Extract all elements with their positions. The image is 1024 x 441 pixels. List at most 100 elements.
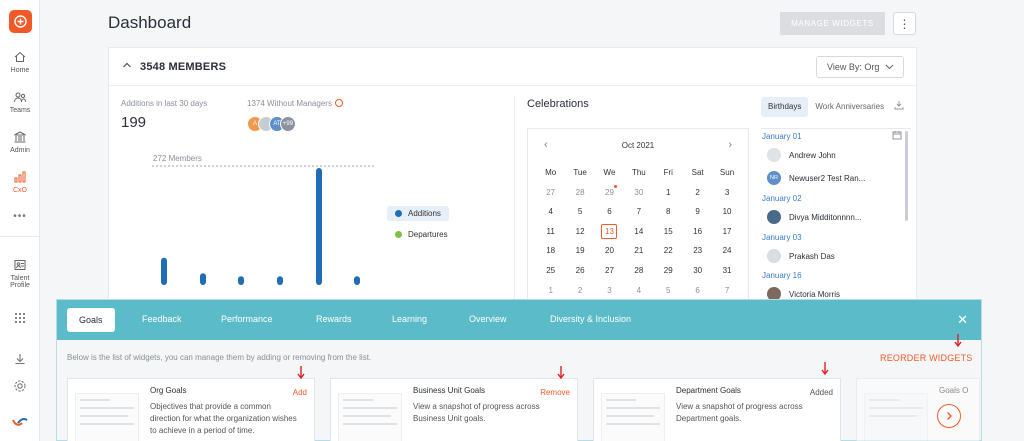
calendar-day[interactable]: 1	[654, 183, 683, 203]
calendar-day[interactable]: 26	[565, 261, 594, 281]
calendar-day[interactable]: 28	[565, 183, 594, 203]
tab-birthdays[interactable]: Birthdays	[761, 97, 809, 117]
sidebar-item-teams[interactable]: Teams	[0, 90, 40, 114]
sidebar-item-cxo[interactable]: CxO	[0, 170, 40, 194]
tab-learning[interactable]: Learning	[392, 314, 427, 324]
legend-item-additions[interactable]: Additions	[387, 206, 449, 221]
calendar-day[interactable]: 13	[595, 222, 624, 242]
calendar-day[interactable]: 6	[683, 281, 712, 301]
calendar-day[interactable]: 20	[595, 241, 624, 261]
tab-performance[interactable]: Performance	[221, 314, 273, 324]
person-name: Andrew John	[789, 150, 836, 160]
calendar-day[interactable]: 2	[683, 183, 712, 203]
calendar-day[interactable]: 18	[536, 241, 565, 261]
calendar-day[interactable]: 3	[712, 183, 741, 203]
calendar-day[interactable]: 23	[683, 241, 712, 261]
calendar-day[interactable]: 3	[595, 281, 624, 301]
calendar-day[interactable]: 30	[624, 183, 653, 203]
more-options-button[interactable]: ⋮	[893, 12, 916, 35]
widget-description: Objectives that provide a common directi…	[150, 402, 297, 435]
chevron-up-icon[interactable]	[122, 61, 132, 69]
calendar-day-label: 25	[546, 265, 556, 275]
calendar-day[interactable]: 16	[683, 222, 712, 242]
calendar-day[interactable]: 15	[654, 222, 683, 242]
tab-work-anniversaries[interactable]: Work Anniversaries	[808, 97, 891, 117]
calendar-day[interactable]: 10	[712, 202, 741, 222]
legend-label: Additions	[408, 209, 441, 218]
export-icon[interactable]	[894, 100, 904, 110]
calendar-day[interactable]: 29	[654, 261, 683, 281]
tab-feedback[interactable]: Feedback	[142, 314, 182, 324]
calendar-day-label: 30	[634, 187, 644, 197]
home-icon	[14, 51, 26, 62]
calendar-day[interactable]: 19	[565, 241, 594, 261]
list-item[interactable]: Divya Midditonnnn...	[767, 210, 861, 224]
bar-additions-2[interactable]	[238, 276, 244, 285]
manage-widgets-button[interactable]: MANAGE WIDGETS	[780, 12, 885, 35]
tab-overview[interactable]: Overview	[469, 314, 507, 324]
event-dot	[613, 184, 617, 188]
list-item[interactable]: Prakash Das	[767, 249, 835, 263]
sidebar-item-admin[interactable]: Admin	[0, 130, 40, 154]
calendar-day-label: 23	[693, 246, 703, 256]
list-item[interactable]: Andrew John	[767, 148, 836, 162]
bar-additions-3[interactable]	[277, 276, 283, 285]
calendar-day[interactable]: 14	[624, 222, 653, 242]
calendar-day[interactable]: 5	[654, 281, 683, 301]
legend-item-departures[interactable]: Departures	[387, 227, 449, 242]
view-by-select[interactable]: View By: Org	[816, 56, 904, 78]
calendar-day-label: 14	[634, 226, 644, 236]
calendar-day[interactable]: 6	[595, 202, 624, 222]
app-logo[interactable]	[9, 10, 32, 33]
calendar-day[interactable]: 27	[536, 183, 565, 203]
celebrations-tabs: Birthdays Work Anniversaries	[761, 97, 891, 117]
calendar-day[interactable]: 1	[536, 281, 565, 301]
scrollbar[interactable]	[905, 131, 908, 221]
settings-icon[interactable]	[13, 379, 27, 393]
sidebar-item-home[interactable]: Home	[0, 50, 40, 74]
tab-rewards[interactable]: Rewards	[316, 314, 352, 324]
calendar-day[interactable]: 8	[654, 202, 683, 222]
calendar-day[interactable]: 4	[536, 202, 565, 222]
reorder-widgets-button[interactable]: REORDER WIDGETS	[880, 353, 973, 363]
calendar-day[interactable]: 29	[595, 183, 624, 203]
calendar-day[interactable]: 21	[624, 241, 653, 261]
calendar-day[interactable]: 9	[683, 202, 712, 222]
download-icon[interactable]	[13, 352, 27, 366]
apps-grid-icon[interactable]	[14, 312, 26, 324]
calendar-day-label: 13	[601, 223, 618, 239]
calendar-day[interactable]: 4	[624, 281, 653, 301]
calendar-next-button[interactable]: ›	[728, 139, 732, 151]
calendar-day[interactable]: 31	[712, 261, 741, 281]
sidebar-more[interactable]: •••	[0, 211, 40, 222]
bar-additions-5[interactable]	[354, 276, 360, 285]
sidebar-item-talent-profile[interactable]: Talent Profile	[0, 258, 40, 289]
calendar-day[interactable]: 7	[712, 281, 741, 301]
calendar-day[interactable]: 30	[683, 261, 712, 281]
calendar-day[interactable]: 22	[654, 241, 683, 261]
list-item[interactable]: NR Newuser2 Test Ran...	[767, 171, 865, 185]
calendar-day[interactable]: 5	[565, 202, 594, 222]
calendar-day-label: 2	[577, 285, 583, 295]
calendar-day[interactable]: 11	[536, 222, 565, 242]
calendar-day[interactable]: 12	[565, 222, 594, 242]
bar-additions-1[interactable]	[200, 273, 206, 285]
calendar-day[interactable]: 2	[565, 281, 594, 301]
calendar-day[interactable]: 24	[712, 241, 741, 261]
tab-goals[interactable]: Goals	[67, 308, 115, 332]
tab-diversity-inclusion[interactable]: Diversity & Inclusion	[550, 314, 631, 324]
without-managers-label[interactable]: 1374 Without Managers	[247, 99, 343, 108]
calendar-icon[interactable]	[892, 130, 902, 140]
bar-additions-4[interactable]	[316, 168, 322, 285]
next-widgets-button[interactable]	[937, 404, 961, 428]
calendar-day[interactable]: 7	[624, 202, 653, 222]
calendar-day[interactable]: 27	[595, 261, 624, 281]
calendar-day[interactable]: 17	[712, 222, 741, 242]
calendar-day[interactable]: 28	[624, 261, 653, 281]
widget-title: Business Unit Goals	[413, 386, 486, 395]
close-icon[interactable]: ✕	[957, 312, 968, 328]
add-widget-button[interactable]: Add	[293, 388, 307, 397]
remove-widget-button[interactable]: Remove	[540, 388, 570, 397]
calendar-day[interactable]: 25	[536, 261, 565, 281]
bar-additions-0[interactable]	[161, 257, 167, 285]
